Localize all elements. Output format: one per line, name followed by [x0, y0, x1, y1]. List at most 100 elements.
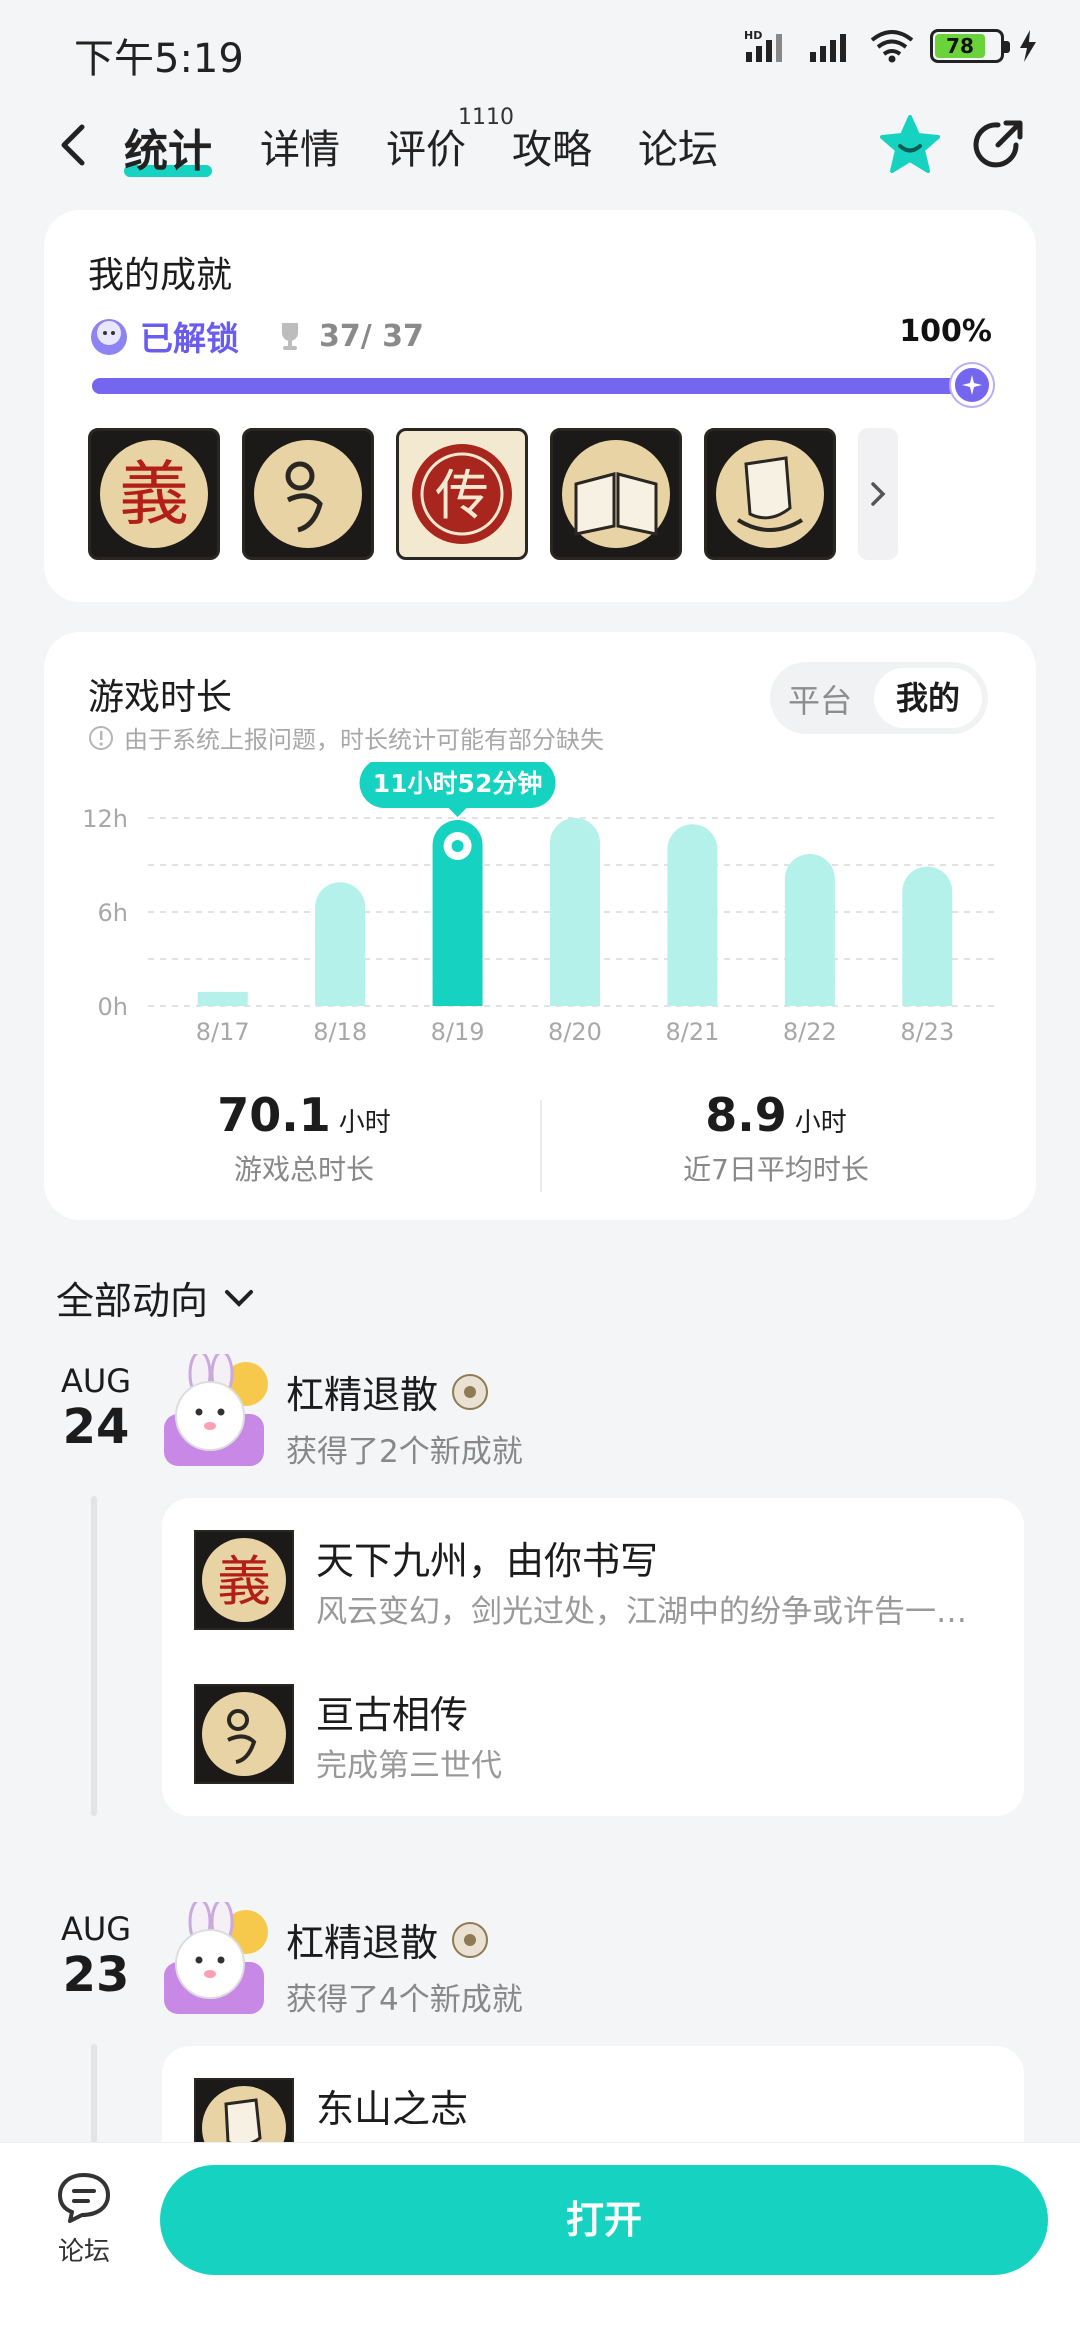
user-avatar[interactable] [156, 1354, 276, 1474]
favorite-star-icon[interactable] [878, 113, 942, 177]
user-level-badge-icon [452, 1373, 489, 1410]
date-aug-24: AUG 24 [60, 1362, 132, 1455]
chart-x-tick-label: 8/23 [900, 1018, 954, 1046]
avg-playtime-value: 8.9 [705, 1088, 787, 1142]
unlocked-row: 已解锁 37/ 37 [88, 312, 424, 360]
trophy-icon [282, 323, 298, 350]
date-aug-23: AUG 23 [60, 1910, 132, 2003]
chevron-down-icon [225, 1289, 254, 1307]
chart-bar-base [784, 981, 835, 1006]
chart-tooltip-label: 11小时52分钟 [373, 769, 543, 798]
cellular-hd-icon: HD [744, 29, 782, 62]
feed-event-desc: 获得了2个新成就 [286, 1434, 523, 1470]
achievement-thumb-spiral [194, 1684, 294, 1784]
feed-user-name[interactable]: 杠精退散 [286, 1912, 489, 1967]
forum-nav-label: 论坛 [57, 2237, 110, 2267]
achievements-title: 我的成就 [88, 255, 233, 296]
chart-x-tick-label: 8/18 [313, 1018, 367, 1046]
total-playtime-value: 70.1 [217, 1088, 331, 1142]
chat-bubble-icon [58, 2173, 110, 2223]
avg-playtime-stat: 8.9 小时 近7日平均时长 [576, 1088, 976, 1188]
chart-bar-base [550, 981, 600, 1006]
chart-y-tick-label: 0h [98, 993, 128, 1021]
feed-achievement-entry[interactable]: 亘古相传 完成第三世代 [194, 1684, 994, 1784]
chart-bar-base [667, 981, 718, 1006]
total-playtime-stat: 70.1 小时 游戏总时长 [104, 1088, 504, 1188]
battery-icon: 78 [930, 29, 1010, 63]
achievements-card[interactable]: 我的成就 已解锁 37/ 37 100% 義 传 [44, 210, 1036, 602]
feed-user-name[interactable]: 杠精退散 [286, 1364, 489, 1419]
user-avatar[interactable] [156, 1902, 276, 2022]
chart-bar-base [902, 981, 953, 1006]
share-icon[interactable] [968, 115, 1028, 175]
total-playtime-label: 游戏总时长 [233, 1153, 374, 1186]
chevron-right-icon [871, 482, 886, 506]
tab-reviews[interactable]: 评价 [386, 117, 466, 175]
chart-bar[interactable] [550, 818, 600, 1006]
chart-bar-base [432, 981, 483, 1006]
avg-playtime-unit: 小时 [794, 1108, 847, 1138]
open-game-button[interactable]: 打开 [160, 2165, 1048, 2275]
completion-percent: 100% [899, 314, 992, 349]
battery-level: 78 [935, 34, 985, 58]
chart-x-tick-label: 8/19 [431, 1018, 485, 1046]
badge-row: 義 传 [88, 428, 836, 560]
chart-bar-base [315, 981, 366, 1006]
tab-stats[interactable]: 统计 [124, 115, 212, 179]
wifi-icon [870, 30, 914, 63]
stats-divider [540, 1100, 542, 1192]
achievement-badge-chuan[interactable]: 传 [396, 428, 528, 560]
playtime-title: 游戏时长 [88, 677, 233, 718]
ghost-mascot-icon [91, 319, 127, 355]
chart-x-tick-label: 8/22 [783, 1018, 837, 1046]
feed-entry-card: 義 天下九州，由你书写 风云变幻，剑光过处，江湖中的纷争或许告一段落 亘古相传 … [162, 1498, 1024, 1816]
achievement-progress-bar [92, 364, 993, 406]
chart-highlight-dot-inner [451, 840, 464, 853]
source-toggle: 平台 我的 [770, 662, 988, 734]
progress-sparkle-icon [951, 364, 993, 406]
chart-y-tick-label: 6h [98, 899, 128, 927]
forum-nav-button[interactable]: 论坛 [40, 2171, 128, 2268]
tab-guides[interactable]: 攻略 [512, 117, 592, 175]
feed-achievement-entry[interactable]: 義 天下九州，由你书写 风云变幻，剑光过处，江湖中的纷争或许告一段落 [194, 1530, 996, 1630]
badges-more-button[interactable] [858, 428, 898, 560]
cellular-icon [810, 34, 846, 62]
svg-text:HD: HD [744, 29, 762, 42]
chart-y-tick-label: 12h [82, 805, 128, 833]
unlocked-label: 已解锁 [140, 319, 239, 358]
playtime-tip-text: 由于系统上报问题，时长统计可能有部分缺失 [124, 726, 604, 754]
achievement-badge-spiral[interactable] [242, 428, 374, 560]
toggle-platform[interactable]: 平台 [788, 676, 852, 722]
chart-tooltip-pointer [448, 808, 467, 818]
timeline-line [91, 1496, 97, 1816]
achievement-badge-book[interactable] [550, 428, 682, 560]
chart-x-tick-label: 8/20 [548, 1018, 602, 1046]
chart-bar[interactable] [667, 824, 718, 1006]
achievement-thumb-yi: 義 [194, 1530, 294, 1630]
charging-icon [1020, 30, 1036, 62]
avg-playtime-label: 近7日平均时长 [683, 1153, 869, 1186]
chart-bar-base [197, 991, 248, 1006]
toggle-mine[interactable]: 我的 [874, 668, 982, 728]
achievement-badge-scroll[interactable] [704, 428, 836, 560]
progress-fill [92, 378, 972, 394]
svg-text:传: 传 [435, 464, 489, 527]
total-playtime-unit: 小时 [338, 1108, 391, 1138]
feed-filter-label: 全部动向 [56, 1279, 209, 1323]
status-time: 下午5:19 [74, 36, 244, 82]
svg-text:義: 義 [119, 453, 189, 535]
bottom-action-bar: 论坛 打开 [0, 2142, 1080, 2340]
achievement-badge-yi[interactable]: 義 [88, 428, 220, 560]
tab-details[interactable]: 详情 [260, 117, 340, 175]
chart-x-tick-label: 8/17 [196, 1018, 250, 1046]
feed-event-desc: 获得了4个新成就 [286, 1982, 523, 2018]
top-nav: 统计 详情 评价 1110 攻略 论坛 [0, 105, 1080, 185]
status-icons: HD 78 [744, 28, 1038, 64]
svg-text:義: 義 [217, 1550, 271, 1613]
playtime-bar-chart: 0h 6h 12h 8/17 8/18 8/19 8/20 8/21 8/22 8/23 11小… [82, 762, 994, 1046]
back-button[interactable] [52, 121, 96, 169]
feed-filter-dropdown[interactable]: 全部动向 [56, 1270, 256, 1325]
tab-forum[interactable]: 论坛 [638, 117, 718, 175]
trophy-count: 37/ 37 [319, 318, 424, 354]
review-count-badge: 1110 [458, 105, 514, 130]
